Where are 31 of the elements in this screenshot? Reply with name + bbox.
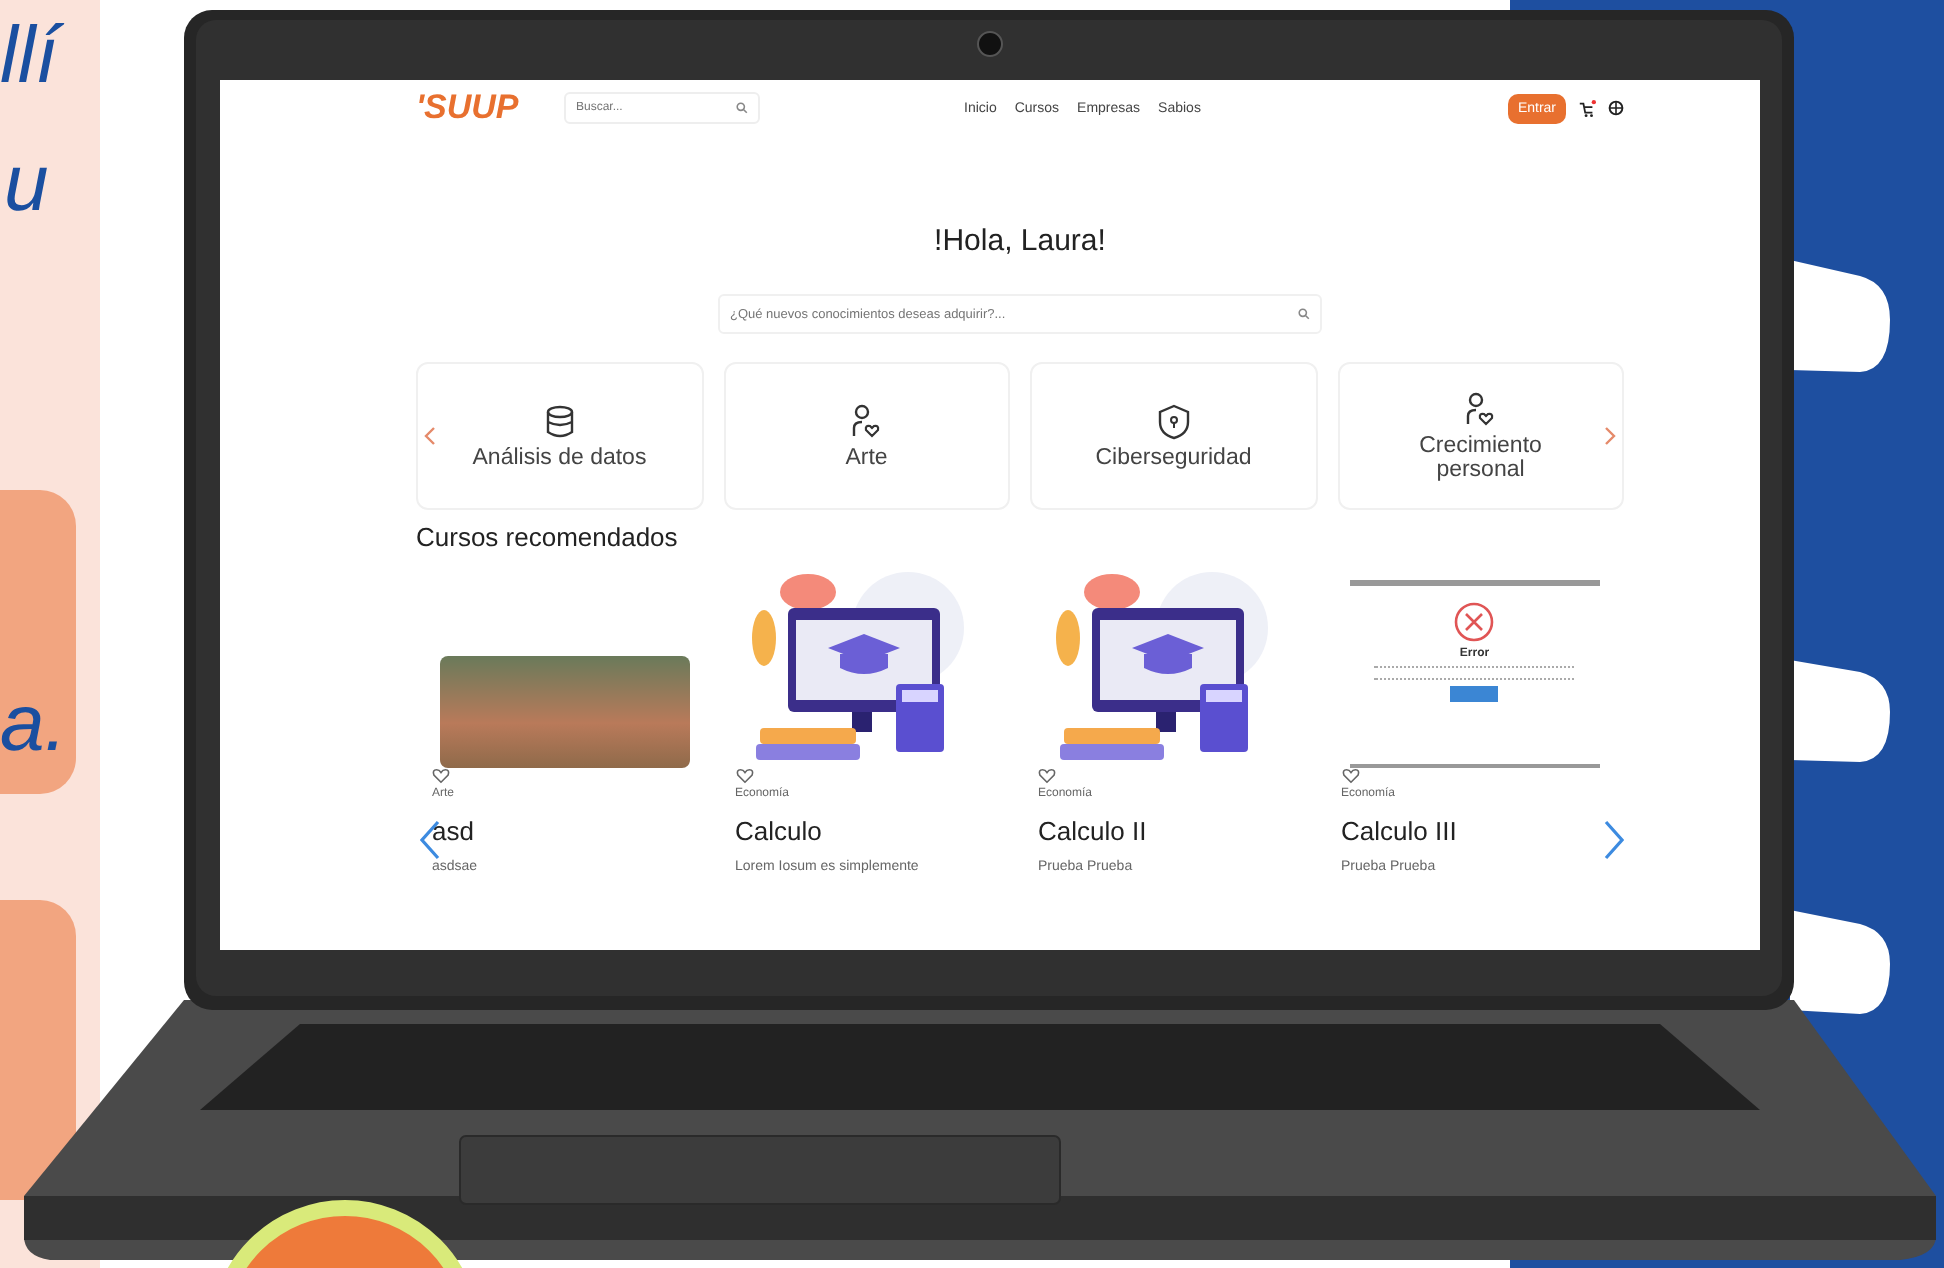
person-heart-icon	[1464, 391, 1497, 427]
course-title[interactable]: asd	[432, 816, 474, 846]
chevron-right-icon[interactable]	[1604, 820, 1624, 860]
chevron-right-icon[interactable]	[1604, 426, 1616, 446]
search-icon[interactable]	[736, 102, 748, 114]
heart-icon[interactable]	[735, 768, 753, 784]
shield-icon	[1157, 403, 1190, 439]
search-icon[interactable]	[1298, 308, 1310, 320]
category-label: Crecimiento personal	[1417, 433, 1544, 481]
greeting-heading: !Hola, Laura!	[932, 224, 1108, 258]
category-card[interactable]: Arte	[723, 362, 1010, 510]
course-title[interactable]: Calculo II	[1038, 816, 1147, 846]
course-title[interactable]: Calculo III	[1341, 816, 1457, 846]
course-title[interactable]: Calculo	[735, 816, 822, 846]
heart-icon[interactable]	[1038, 768, 1056, 784]
globe-icon[interactable]	[1608, 100, 1624, 116]
category-label: Ciberseguridad	[1093, 445, 1254, 469]
cart-icon[interactable]	[1578, 99, 1596, 117]
category-card[interactable]: Crecimiento personal	[1337, 362, 1624, 510]
slide-text: a.	[0, 684, 67, 764]
section-heading: Cursos recomendados	[416, 522, 680, 552]
category-label: Análisis de datos	[470, 445, 649, 469]
slide-text: u	[4, 144, 49, 224]
heart-icon[interactable]	[1341, 768, 1359, 784]
category-card[interactable]: Ciberseguridad	[1030, 362, 1317, 510]
error-icon	[1454, 602, 1495, 642]
person-heart-icon	[850, 403, 883, 439]
database-icon	[543, 403, 576, 439]
heart-icon[interactable]	[432, 768, 450, 784]
category-label: Arte	[843, 445, 890, 469]
category-card[interactable]: Análisis de datos	[416, 362, 703, 510]
